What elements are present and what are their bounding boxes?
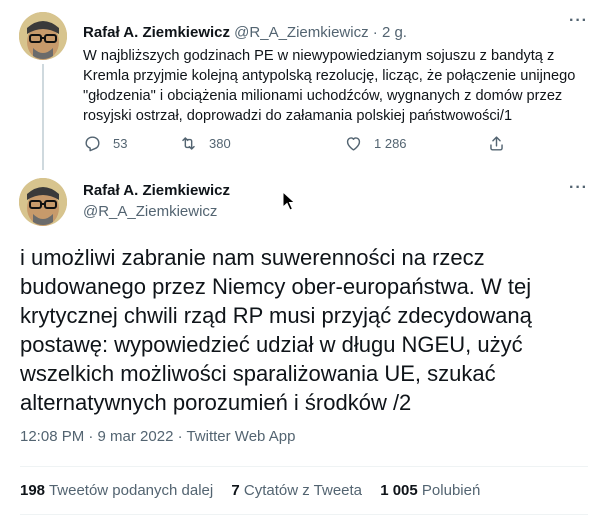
author-avatar[interactable] — [19, 12, 67, 60]
mouse-cursor-icon — [282, 191, 296, 211]
likes-stat[interactable]: 1 005 Polubień — [380, 482, 480, 499]
like-button[interactable]: 1 286 — [344, 134, 407, 153]
avatar-image — [19, 178, 67, 226]
likes-stat-count: 1 005 — [380, 482, 418, 499]
divider — [20, 514, 588, 515]
retweet-count: 380 — [209, 136, 231, 151]
more-options-icon[interactable]: ··· — [569, 180, 588, 196]
likes-stat-label: Polubień — [421, 482, 481, 499]
like-count: 1 286 — [374, 136, 407, 151]
retweets-stat[interactable]: 198 Tweetów podanych dalej — [20, 482, 213, 499]
tweet1-actions: 53 380 1 286 — [83, 134, 513, 156]
quotes-stat[interactable]: 7 Cytatów z Tweeta — [231, 482, 362, 499]
quotes-stat-count: 7 — [231, 482, 240, 499]
tweet-timestamp[interactable]: 2 g. — [382, 24, 407, 41]
author-name[interactable]: Rafał A. Ziemkiewicz — [83, 24, 230, 41]
reply-count: 53 — [113, 136, 128, 151]
author-handle[interactable]: @R_A_Ziemkiewicz — [83, 203, 217, 221]
retweet-icon — [182, 137, 195, 150]
retweets-stat-label: Tweetów podanych dalej — [48, 482, 214, 499]
retweets-stat-count: 198 — [20, 482, 46, 499]
reply-icon — [85, 136, 100, 152]
tweet2-text: i umożliwi zabranie nam suwerenności na … — [20, 245, 532, 415]
tweet1-header: Rafał A. Ziemkiewicz @R_A_Ziemkiewicz · … — [83, 24, 407, 42]
thread-connector-line — [42, 64, 44, 170]
author-name[interactable]: Rafał A. Ziemkiewicz — [83, 182, 230, 200]
author-handle[interactable]: @R_A_Ziemkiewicz — [234, 24, 368, 41]
avatar-image — [19, 12, 67, 60]
heart-icon — [346, 137, 361, 151]
share-button[interactable] — [487, 134, 506, 153]
tweet-timestamp[interactable]: 12:08 PM · 9 mar 2022 · Twitter Web App — [20, 428, 295, 445]
tweet-stats: 198 Tweetów podanych dalej 7 Cytatów z T… — [20, 482, 494, 499]
share-icon — [490, 136, 503, 151]
header-separator: · — [368, 24, 382, 41]
retweet-button[interactable]: 380 — [179, 134, 231, 153]
reply-button[interactable]: 53 — [83, 134, 127, 153]
divider — [20, 466, 588, 467]
tweet1-text: W najbliższych godzinach PE w niewypowie… — [83, 48, 576, 124]
more-options-icon[interactable]: ··· — [569, 13, 588, 29]
quotes-stat-label: Cytatów z Tweeta — [243, 482, 363, 499]
author-avatar[interactable] — [19, 178, 67, 226]
